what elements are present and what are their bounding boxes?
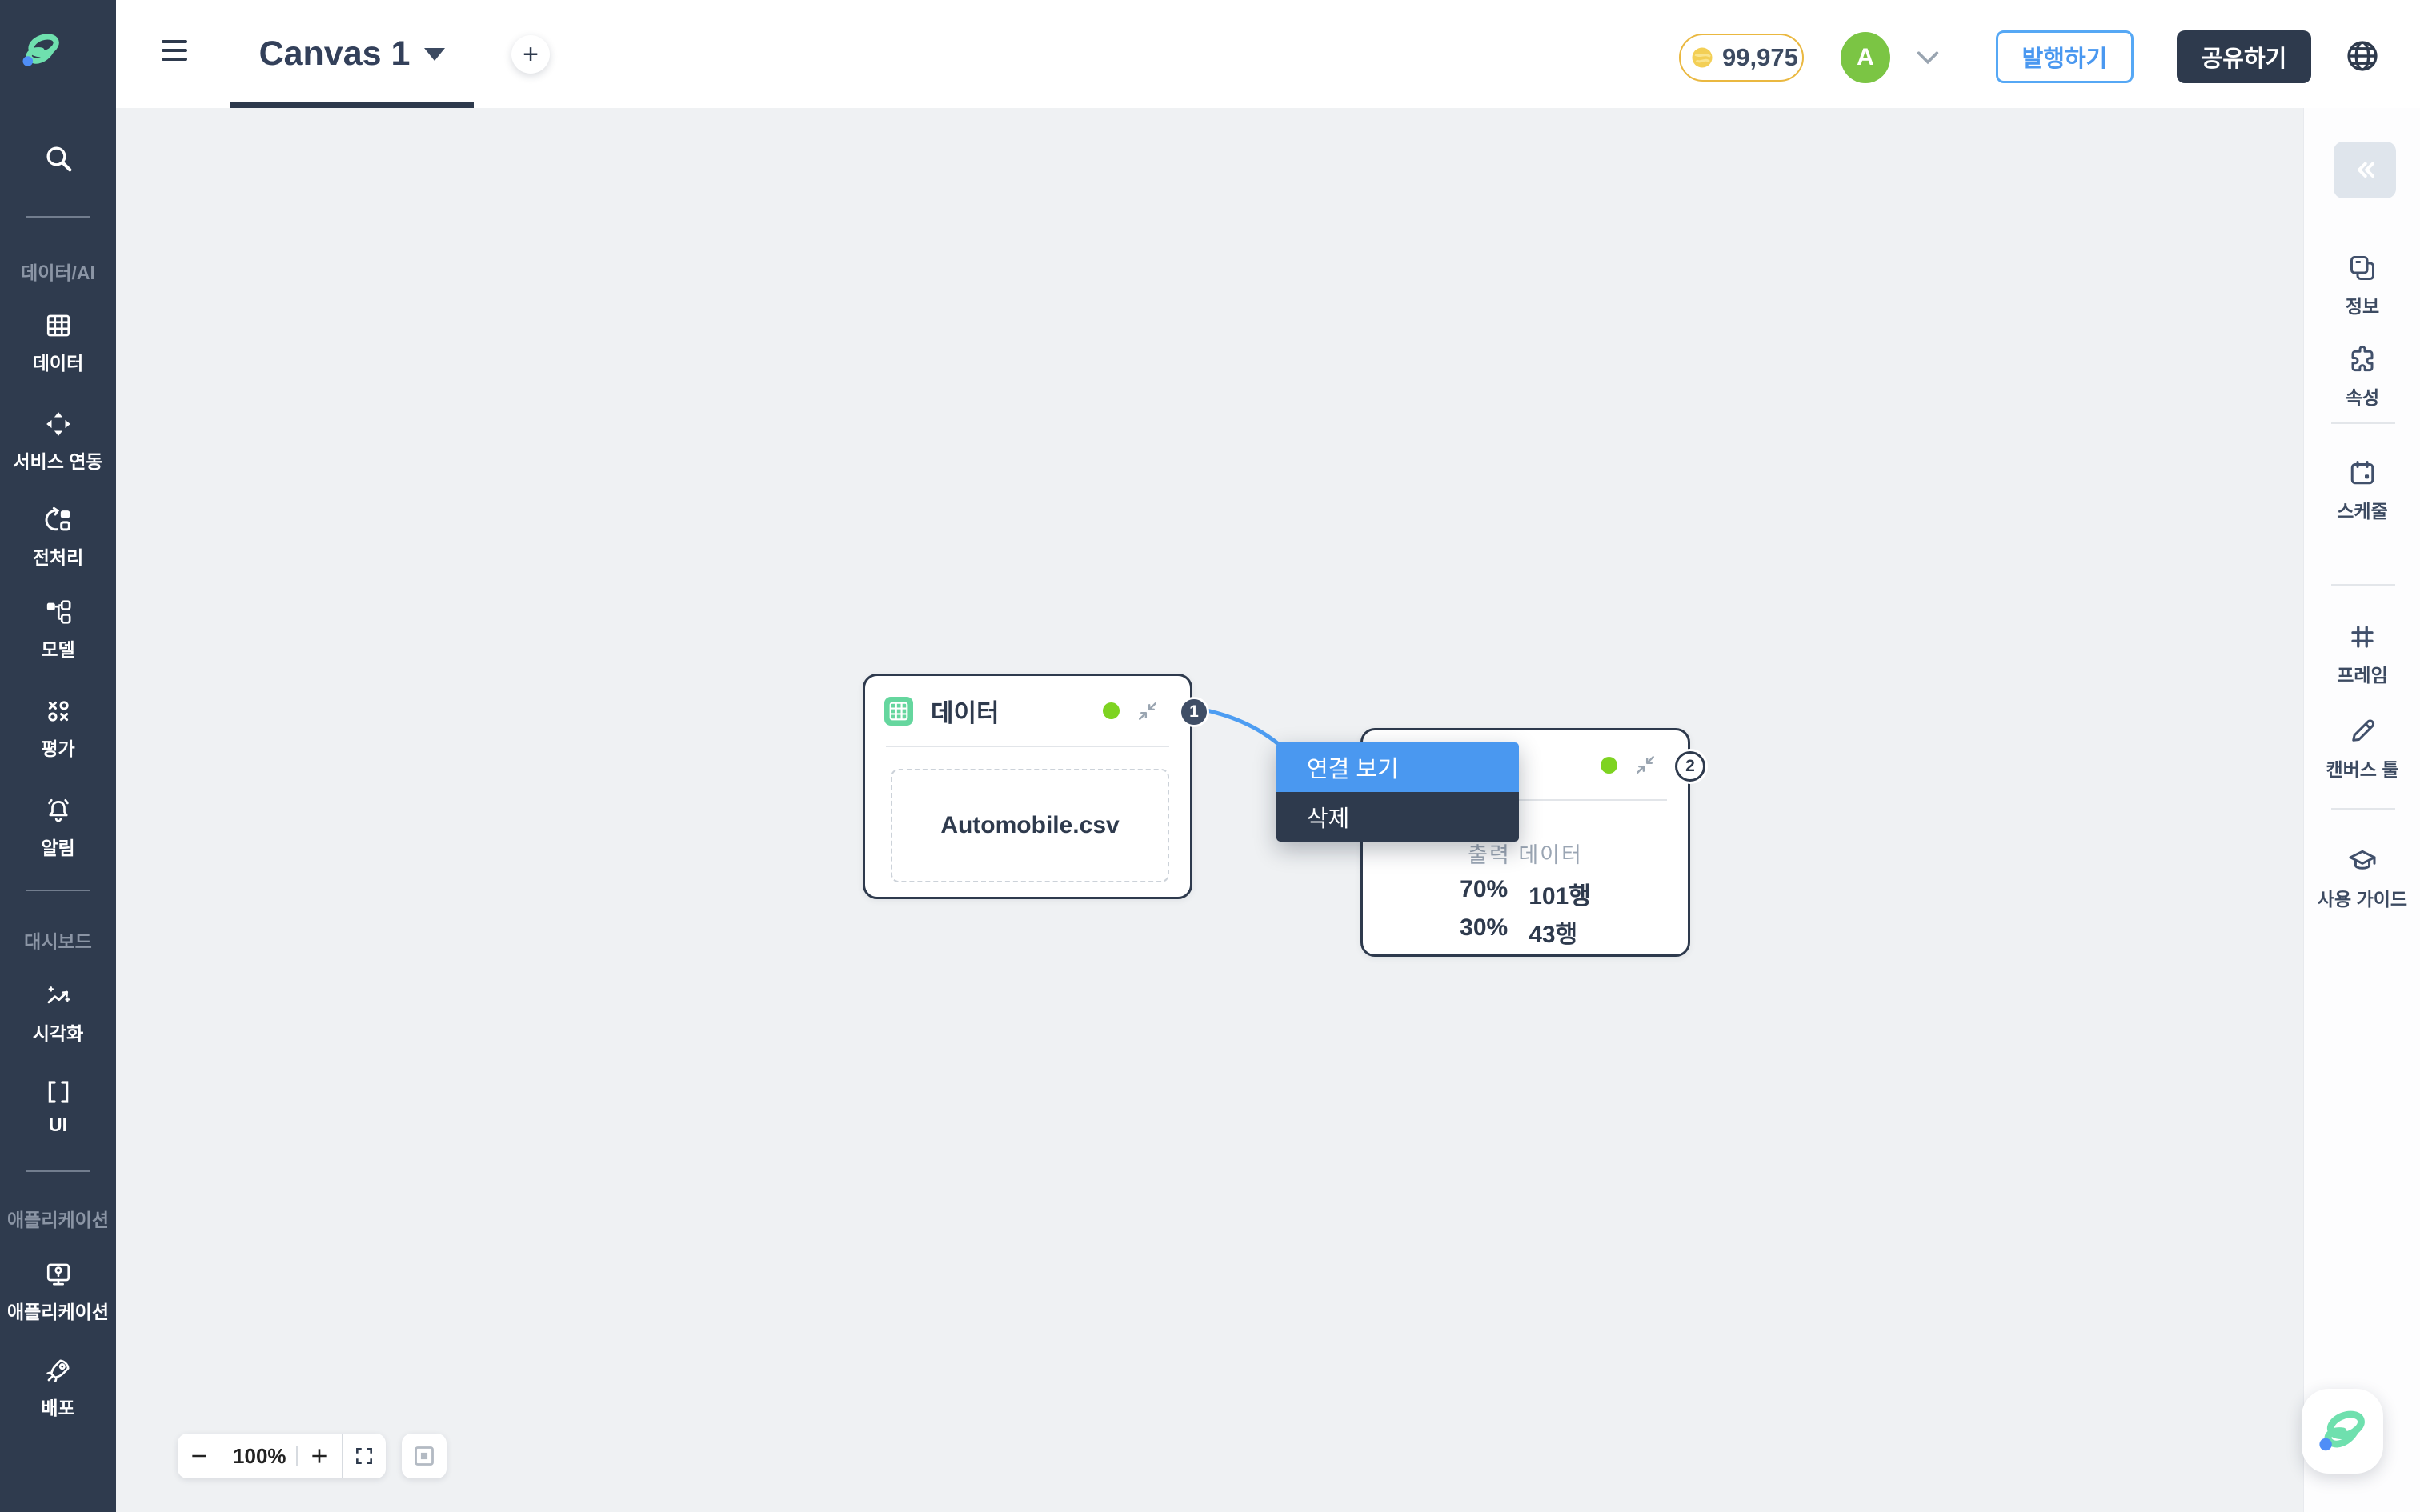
model-icon bbox=[46, 600, 71, 624]
assistant-logo-icon bbox=[2319, 1410, 2365, 1451]
sidebar-item-service-link[interactable]: 서비스 연동 bbox=[0, 410, 116, 474]
canvas-tab[interactable]: Canvas 1 bbox=[230, 0, 474, 108]
chevron-down-icon[interactable] bbox=[1914, 48, 1941, 67]
sidebar-item-evaluate[interactable]: 평가 bbox=[0, 698, 116, 761]
section-label-data-ai: 데이터/AI bbox=[21, 262, 95, 283]
split-percent: 70% bbox=[1460, 876, 1508, 902]
calendar-icon bbox=[2350, 461, 2374, 485]
sidebar-divider bbox=[26, 890, 90, 891]
sidebar-divider bbox=[26, 216, 90, 218]
edge-context-menu: 연결 보기 삭제 bbox=[1276, 742, 1519, 842]
table-grid-icon bbox=[884, 696, 913, 726]
table-grid-icon bbox=[46, 314, 70, 337]
data-node-title: 데이터 bbox=[931, 699, 1000, 727]
brackets-icon bbox=[48, 1081, 68, 1103]
graduation-cap-icon bbox=[2349, 850, 2376, 870]
sidebar-item-alerts[interactable]: 알림 bbox=[0, 797, 116, 860]
evaluate-icon bbox=[47, 701, 69, 722]
dataset-slot[interactable]: Automobile.csv bbox=[891, 769, 1169, 882]
app-logo[interactable] bbox=[19, 29, 62, 76]
canvas-tab-title: Canvas 1 bbox=[258, 34, 411, 73]
sidebar-item-model[interactable]: 모델 bbox=[0, 598, 116, 662]
sidebar-item-preprocess[interactable]: 전처리 bbox=[0, 506, 116, 570]
menu-item-view-connection[interactable]: 연결 보기 bbox=[1276, 742, 1519, 792]
publish-button[interactable]: 발행하기 bbox=[1996, 30, 2134, 83]
minimap-icon bbox=[415, 1446, 434, 1466]
collapse-arrows-icon[interactable] bbox=[1137, 701, 1158, 722]
bell-icon bbox=[47, 798, 69, 822]
zoom-toolbar: 100% bbox=[178, 1434, 386, 1478]
puzzle-icon bbox=[2351, 345, 2374, 372]
split-result-table: 70% 101행 30% 43행 bbox=[1460, 876, 1591, 950]
assistant-chat-button[interactable] bbox=[2302, 1389, 2383, 1474]
panel-divider bbox=[2331, 422, 2395, 424]
app-icon bbox=[46, 1263, 70, 1286]
panel-item-canvas-tools[interactable]: 캔버스 툴 bbox=[2304, 717, 2420, 782]
rocket-icon bbox=[46, 1359, 70, 1382]
windows-icon bbox=[2350, 256, 2374, 280]
minimap-button[interactable] bbox=[402, 1434, 447, 1478]
sidebar-divider bbox=[26, 1170, 90, 1172]
zoom-level: 100% bbox=[233, 1443, 286, 1468]
credit-amount: 99,975 bbox=[1722, 43, 1798, 71]
hamburger-menu-icon[interactable] bbox=[162, 40, 189, 67]
execution-order-badge-1: 1 bbox=[1179, 697, 1209, 727]
avatar[interactable]: A bbox=[1841, 32, 1890, 83]
right-sidebar: 정보 속성 스케줄 프레임 캔버스 툴 사용 가이드 bbox=[2303, 108, 2420, 1512]
data-node[interactable]: 데이터 Automobile.csv bbox=[863, 674, 1192, 899]
panel-item-schedule[interactable]: 스케줄 bbox=[2304, 458, 2420, 523]
chart-icon bbox=[47, 986, 70, 1004]
split-rows: 43행 bbox=[1529, 922, 1578, 948]
collapse-arrows-icon[interactable] bbox=[1635, 754, 1656, 775]
globe-language-icon[interactable] bbox=[2345, 38, 2380, 74]
collapse-panel-button[interactable] bbox=[2334, 142, 2396, 198]
data-node-header: 데이터 bbox=[865, 676, 1190, 746]
split-percent: 30% bbox=[1460, 914, 1508, 941]
execution-order-badge-2: 2 bbox=[1675, 751, 1705, 782]
caret-down-icon bbox=[424, 47, 446, 61]
panel-divider bbox=[2331, 808, 2395, 810]
status-dot bbox=[1601, 756, 1617, 774]
panel-divider bbox=[2331, 584, 2395, 586]
split-rows: 101행 bbox=[1529, 883, 1591, 910]
panel-item-frame[interactable]: 프레임 bbox=[2304, 622, 2420, 687]
fullscreen-button[interactable] bbox=[343, 1434, 386, 1478]
output-data-label: 출력 데이터 bbox=[1468, 843, 1583, 867]
frame-icon bbox=[2351, 626, 2374, 648]
preprocess-icon bbox=[45, 506, 70, 531]
section-label-dashboard: 대시보드 bbox=[24, 931, 92, 952]
left-sidebar: 데이터/AI 데이터 서비스 연동 전처리 모델 평가 알림 대시보드 시각화 … bbox=[0, 0, 116, 1512]
credit-balance[interactable]: 99,975 bbox=[1679, 34, 1804, 82]
sidebar-item-deploy[interactable]: 배포 bbox=[0, 1357, 116, 1420]
sidebar-item-ui[interactable]: UI bbox=[0, 1078, 116, 1136]
panel-item-properties[interactable]: 속성 bbox=[2304, 345, 2420, 410]
dataset-file-name: Automobile.csv bbox=[940, 812, 1120, 838]
section-label-application: 애플리케이션 bbox=[7, 1210, 109, 1230]
node-divider bbox=[886, 746, 1169, 747]
sidebar-item-data[interactable]: 데이터 bbox=[0, 312, 116, 375]
double-chevron-left-icon bbox=[2357, 162, 2374, 178]
pencil-icon bbox=[2352, 719, 2375, 742]
panel-item-info[interactable]: 정보 bbox=[2304, 254, 2420, 318]
zoom-out-button[interactable] bbox=[178, 1434, 222, 1478]
service-link-icon bbox=[46, 412, 70, 436]
panel-item-user-guide[interactable]: 사용 가이드 bbox=[2304, 846, 2420, 911]
menu-item-delete[interactable]: 삭제 bbox=[1276, 792, 1519, 842]
share-button[interactable]: 공유하기 bbox=[2177, 30, 2311, 83]
active-tab-underline bbox=[230, 102, 474, 108]
sidebar-item-visualization[interactable]: 시각화 bbox=[0, 982, 116, 1046]
coin-icon bbox=[1692, 47, 1713, 68]
sidebar-item-application[interactable]: 애플리케이션 bbox=[0, 1261, 116, 1324]
search-icon[interactable] bbox=[0, 142, 116, 178]
status-dot bbox=[1103, 702, 1120, 719]
zoom-in-button[interactable] bbox=[298, 1434, 342, 1478]
canvas-workspace[interactable] bbox=[116, 108, 2303, 1512]
add-canvas-button[interactable]: + bbox=[511, 35, 550, 74]
